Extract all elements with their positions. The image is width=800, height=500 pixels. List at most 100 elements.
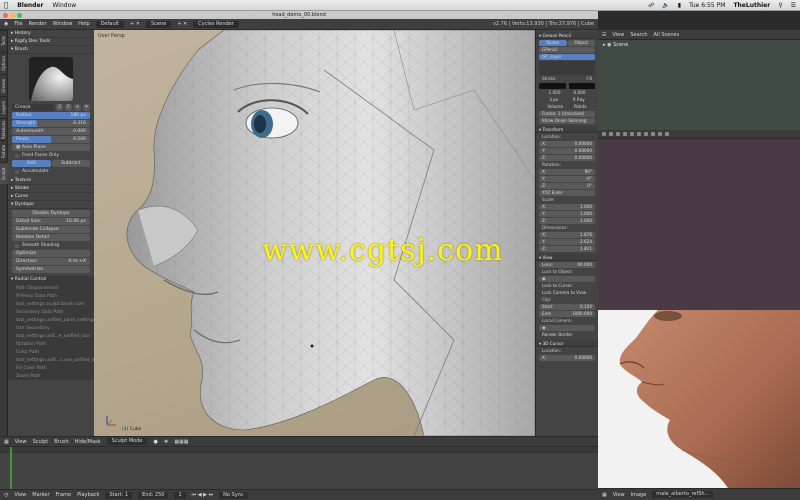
redo-item[interactable]: tool_settings.unif...e_unified_size (12, 333, 90, 340)
location-x[interactable]: X: 0.00000 (539, 141, 595, 147)
optimize-button[interactable]: Optimize (12, 250, 90, 257)
gp-object-button[interactable]: Object (567, 40, 595, 46)
tool-icon[interactable] (637, 132, 641, 136)
tool-icon[interactable] (644, 132, 648, 136)
frame-lock-field[interactable]: Frame: 1 (Unlocked) (539, 111, 595, 117)
playback-controls-icon[interactable]: ⏮ ◀ ▶ ⏭ (192, 492, 213, 498)
redo-item[interactable]: Color Path (12, 349, 90, 356)
gp-layer-list[interactable] (539, 61, 595, 75)
close-window-button[interactable] (3, 12, 8, 18)
tool-icon[interactable] (623, 132, 627, 136)
sync-mode-dropdown[interactable]: No Sync (219, 491, 248, 499)
lens-field[interactable]: Lens: 60.000 (539, 262, 595, 268)
tab-3[interactable]: Layers (0, 96, 8, 118)
outliner-filter-dropdown[interactable]: All Scenes (654, 32, 680, 38)
location-y[interactable]: Y: 0.00000 (539, 148, 595, 154)
list-icon[interactable]: ☰ (791, 2, 796, 9)
scale-y[interactable]: Y: 1.000 (539, 211, 595, 217)
brush-add-icon[interactable]: + (74, 104, 81, 111)
layout-add-icon[interactable]: + ✕ (130, 21, 140, 27)
rotation-mode-dropdown[interactable]: XYZ Euler (539, 190, 595, 196)
volume-icon[interactable]: 🔈 (662, 2, 669, 9)
redo-item[interactable]: tool_settings.unified_paint_settings... (12, 317, 94, 324)
redo-item[interactable]: tool_settings.sculpt.brush.size (12, 301, 90, 308)
panel-history[interactable]: ▸ History (8, 30, 94, 38)
zoom-window-button[interactable] (17, 12, 22, 18)
shading-icon[interactable]: ● (153, 439, 157, 445)
dimension-y[interactable]: Y: 2.624 (539, 239, 595, 245)
wifi-icon[interactable]: ☍ (648, 2, 654, 9)
accumulate-checkbox[interactable]: Accumulate (12, 168, 90, 175)
3d-viewport[interactable]: User Persp www.cgtsj.com (1) Cube (94, 30, 535, 436)
menu-view[interactable]: View (14, 492, 26, 498)
strength-field[interactable]: Strength: 0.316 (12, 120, 90, 127)
menu-marker[interactable]: Marker (32, 492, 49, 498)
relative-detail-dropdown[interactable]: Relative Detail (12, 234, 90, 241)
panel-dyntopo[interactable]: ▾ Dyntopo (8, 201, 94, 209)
fill-opacity[interactable]: 0.000 (574, 90, 586, 96)
tab-6[interactable]: Sculpt (0, 162, 8, 184)
tool-icon[interactable] (665, 132, 669, 136)
detail-size-field[interactable]: Detail Size: 10.00 px (12, 218, 90, 225)
brush-remove-icon[interactable]: ✕ (83, 104, 90, 111)
panel-texture[interactable]: ▸ Texture (8, 177, 94, 185)
brush-fake-user[interactable]: F (65, 104, 72, 111)
add-button[interactable]: Add (12, 160, 51, 167)
brush-preview[interactable] (29, 57, 73, 101)
node-editor[interactable] (598, 130, 800, 310)
brush-name-field[interactable]: Crease (12, 104, 54, 111)
menu-render[interactable]: Render (29, 21, 47, 27)
tab-1[interactable]: Options (0, 52, 8, 74)
image-datablock[interactable]: male_alberto_refSh... (652, 491, 714, 498)
lock-cursor-checkbox[interactable]: Lock to Cursor (539, 283, 595, 289)
tool-icon[interactable] (658, 132, 662, 136)
panel-transform[interactable]: ▾ Transform (536, 126, 598, 133)
panel-rigify[interactable]: ▸ Rigify Dev Tools (8, 38, 94, 46)
panel-stroke[interactable]: ▸ Stroke (8, 185, 94, 193)
tab-0[interactable]: Tools (0, 30, 8, 52)
clock[interactable]: Tue 6:55 PM (689, 2, 725, 9)
timeline-editor[interactable] (0, 446, 598, 490)
menu-hide-mask[interactable]: Hide/Mask (75, 439, 101, 445)
mode-selector[interactable]: Sculpt Mode (106, 438, 148, 445)
menu-frame[interactable]: Frame (56, 492, 72, 498)
front-faces-checkbox[interactable]: Front Faces Only (12, 152, 90, 159)
blender-logo-icon[interactable]: ◉ (4, 21, 8, 27)
thickness-field[interactable]: 3 px (549, 97, 558, 103)
radius-field[interactable]: Radius: 180 px (12, 112, 90, 119)
tab-5[interactable]: Rotate Tools (0, 140, 14, 162)
minimize-window-button[interactable] (10, 12, 15, 18)
render-engine-selector[interactable]: Cycles Render (193, 20, 239, 28)
battery-icon[interactable]: ▮ (678, 2, 681, 9)
editor-type-icon[interactable]: ▦ (4, 439, 9, 445)
area-plane-dropdown[interactable]: ▦ Area Plane (12, 144, 90, 151)
tab-2[interactable]: Grease Pencil (0, 74, 14, 96)
screen-layout-selector[interactable]: Default (95, 20, 124, 28)
pivot-icon[interactable]: ❖ (164, 439, 168, 445)
cursor-location-x[interactable]: X: 0.00000 (539, 355, 595, 361)
menu-view[interactable]: View (612, 32, 624, 38)
panel-view[interactable]: ▾ View (536, 254, 598, 261)
clip-end-field[interactable]: End: 1000.000 (539, 311, 595, 317)
subdivide-collapse-dropdown[interactable]: Subdivide Collapse (12, 226, 90, 233)
redo-item[interactable]: Primary Data Path (12, 293, 90, 300)
redo-panel-header[interactable]: ▾ Radial Control (8, 276, 94, 284)
onion-skin-toggle[interactable]: Show Onion Skinning (539, 118, 595, 124)
rotation-x[interactable]: X: 90° (539, 169, 595, 175)
timeline-ruler[interactable] (0, 447, 598, 453)
scene-selector[interactable]: Scene (145, 20, 172, 28)
disable-dyntopo-button[interactable]: Disable Dyntopo (12, 210, 90, 217)
redo-item[interactable]: Use Secondary (12, 325, 90, 332)
tool-icon[interactable] (651, 132, 655, 136)
tool-icon[interactable] (630, 132, 634, 136)
current-frame-field[interactable]: 1 (174, 491, 186, 499)
tool-icon[interactable] (616, 132, 620, 136)
subtract-button[interactable]: Subtract (51, 160, 90, 167)
layers-icon[interactable]: ▦▦▦ (174, 439, 188, 445)
menu-image[interactable]: Image (631, 492, 647, 498)
fill-color-swatch[interactable] (568, 83, 595, 89)
panel-grease-pencil[interactable]: ▾ Grease Pencil (536, 32, 598, 39)
panel-brush[interactable]: ▾ Brush (8, 46, 94, 54)
menu-playback[interactable]: Playback (77, 492, 99, 498)
playhead[interactable] (10, 447, 12, 490)
